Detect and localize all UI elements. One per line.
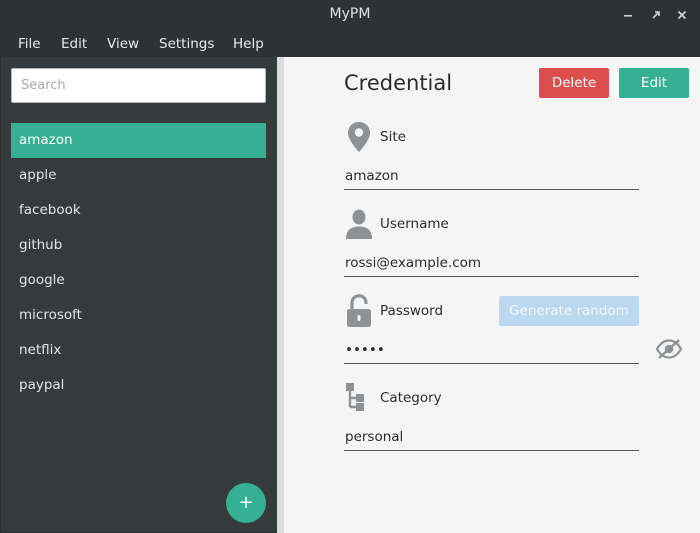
list-item-google[interactable]: google bbox=[11, 263, 266, 298]
menu-edit[interactable]: Edit bbox=[61, 36, 87, 52]
delete-button[interactable]: Delete bbox=[539, 68, 609, 98]
list-item-amazon[interactable]: amazon bbox=[11, 123, 266, 158]
list-item-paypal[interactable]: paypal bbox=[11, 368, 266, 403]
username-label: Username bbox=[380, 216, 449, 232]
list-item-github[interactable]: github bbox=[11, 228, 266, 263]
page-title: Credential bbox=[344, 71, 453, 95]
sidebar: amazon apple facebook github google micr… bbox=[1, 57, 277, 532]
menu-help[interactable]: Help bbox=[233, 36, 264, 52]
minimize-icon[interactable] bbox=[621, 8, 635, 22]
search-input[interactable] bbox=[11, 68, 266, 103]
user-icon bbox=[345, 208, 373, 240]
list-item-apple[interactable]: apple bbox=[11, 158, 266, 193]
password-label: Password bbox=[380, 303, 444, 319]
maximize-icon[interactable] bbox=[649, 8, 663, 22]
credential-panel: Credential Delete Edit Site amazon Usern… bbox=[284, 57, 700, 533]
menu-settings[interactable]: Settings bbox=[159, 36, 214, 52]
generate-random-button[interactable]: Generate random bbox=[499, 296, 639, 326]
add-credential-button[interactable]: + bbox=[226, 483, 266, 523]
splitter[interactable] bbox=[277, 57, 284, 533]
menu-bar: File Edit View Settings Help bbox=[0, 30, 700, 57]
list-item-facebook[interactable]: facebook bbox=[11, 193, 266, 228]
eye-slash-icon[interactable] bbox=[655, 337, 683, 361]
site-label: Site bbox=[380, 129, 406, 145]
password-field[interactable]: ••••• bbox=[344, 338, 639, 364]
hierarchy-icon bbox=[345, 382, 373, 414]
window-title: MyPM bbox=[329, 6, 371, 22]
category-label: Category bbox=[380, 390, 442, 406]
username-field[interactable]: rossi@example.com bbox=[344, 251, 639, 277]
location-pin-icon bbox=[345, 121, 373, 153]
category-field[interactable]: personal bbox=[344, 425, 639, 451]
close-icon[interactable] bbox=[675, 8, 689, 22]
list-item-netflix[interactable]: netflix bbox=[11, 333, 266, 368]
edit-button[interactable]: Edit bbox=[619, 68, 689, 98]
unlock-icon bbox=[345, 294, 373, 327]
list-item-microsoft[interactable]: microsoft bbox=[11, 298, 266, 333]
title-bar: MyPM bbox=[0, 0, 700, 30]
menu-file[interactable]: File bbox=[18, 36, 41, 52]
menu-view[interactable]: View bbox=[107, 36, 139, 52]
site-field[interactable]: amazon bbox=[344, 164, 639, 190]
